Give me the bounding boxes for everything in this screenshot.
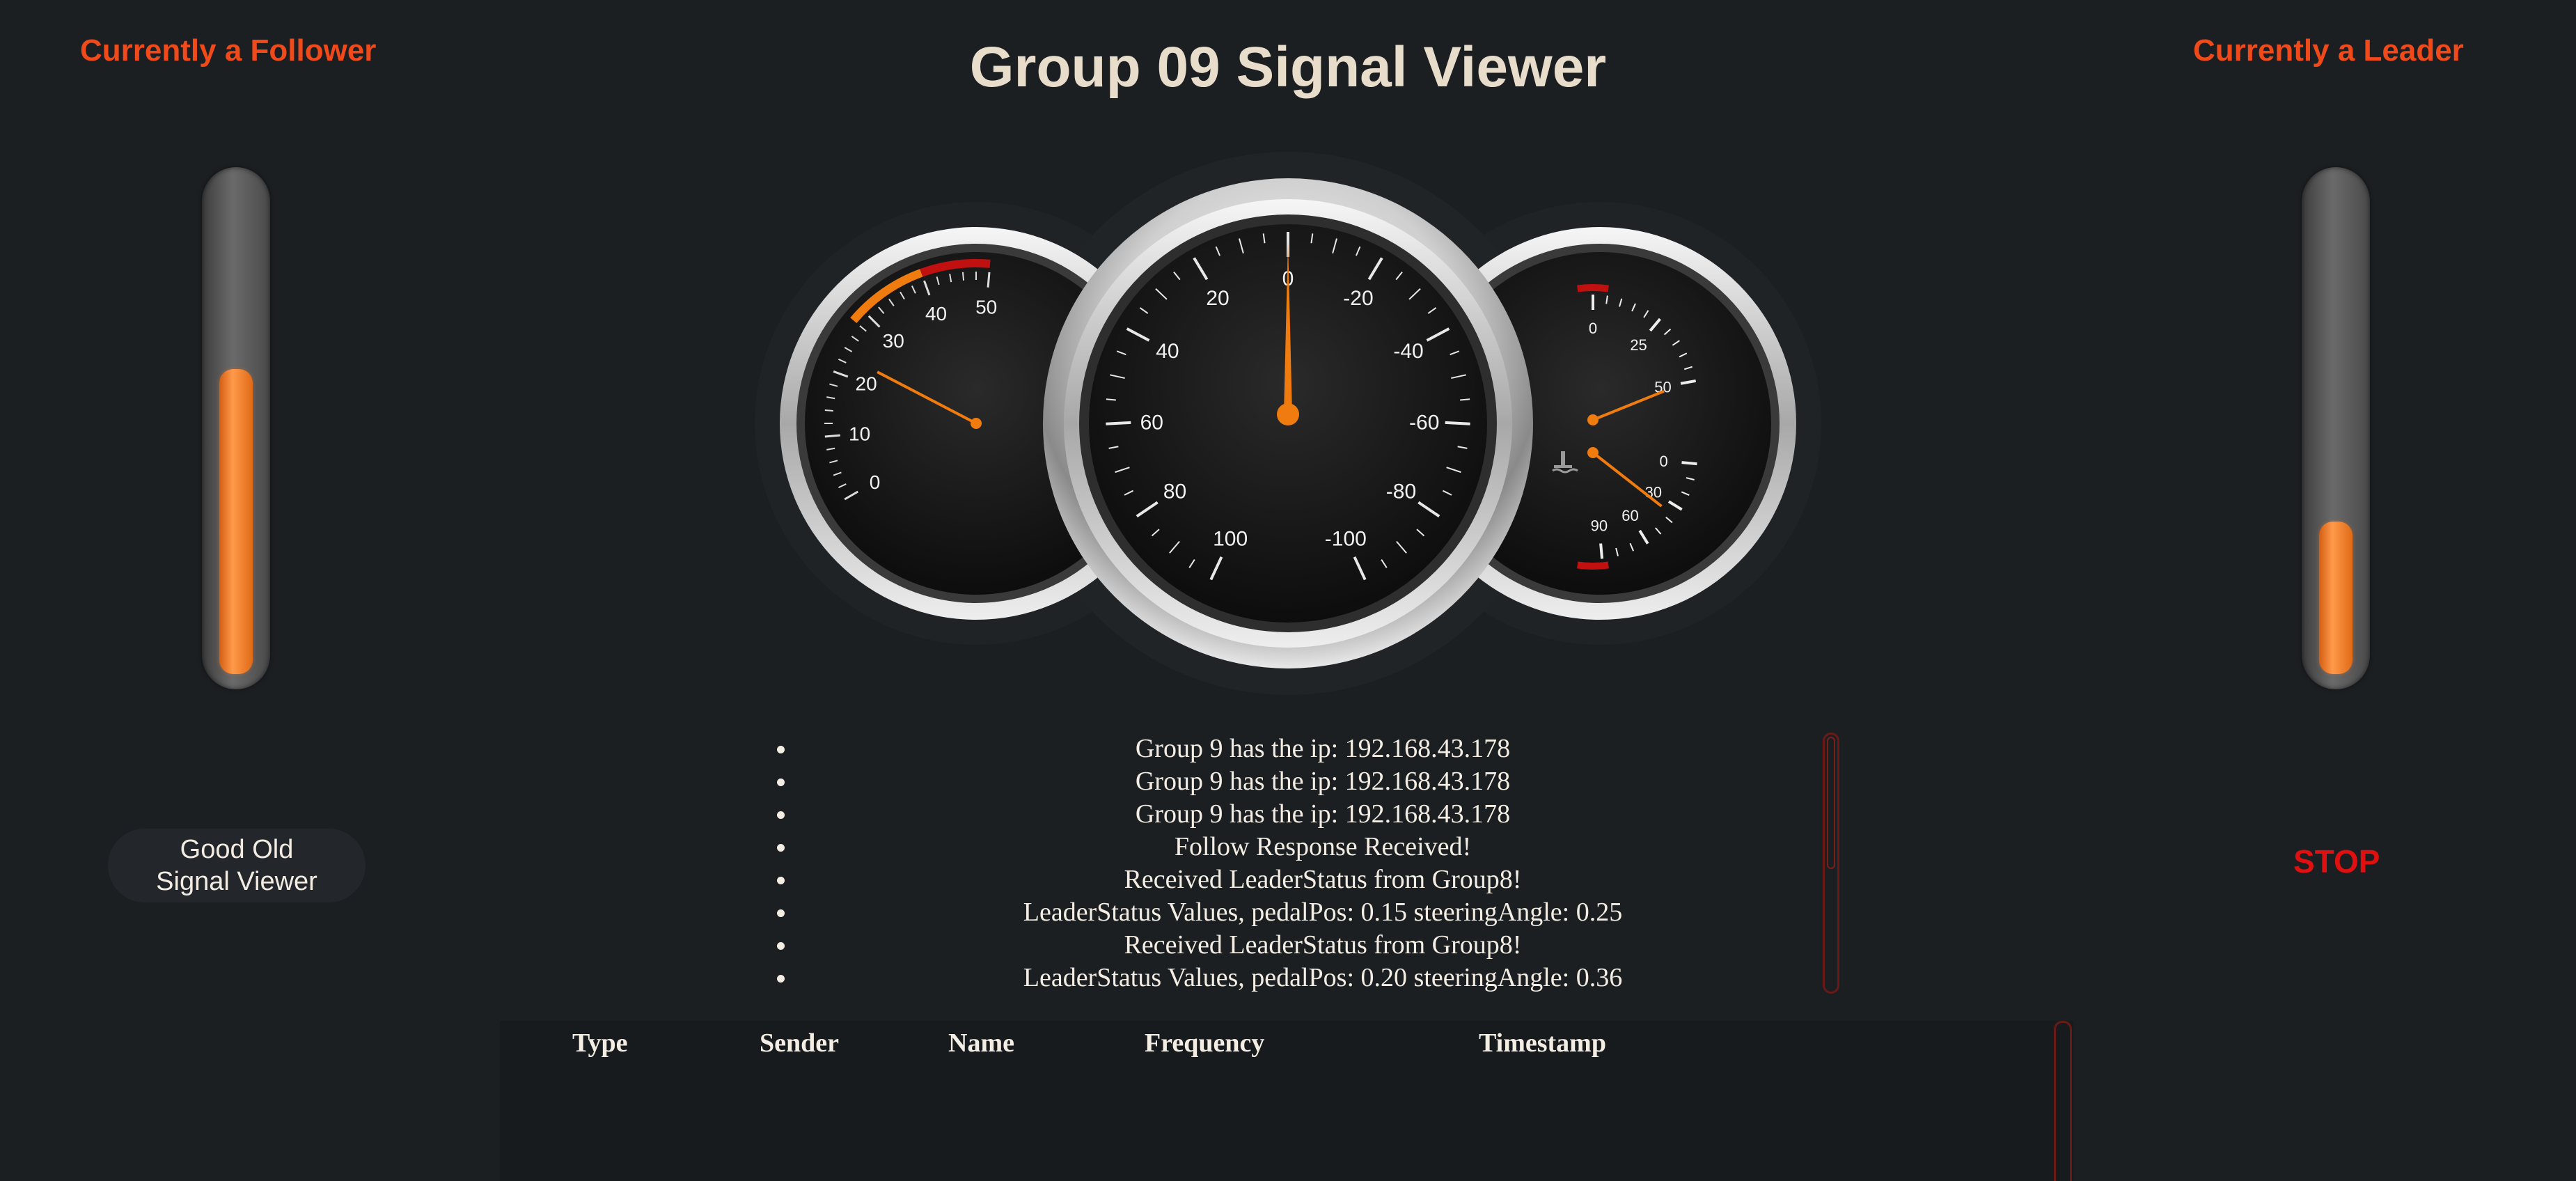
log-entry: Follow Response Received! (759, 831, 1887, 863)
signal-table: Type Sender Name Frequency Timestamp (500, 1021, 2073, 1181)
center-gauge-tick (1106, 398, 1116, 401)
right-gauge-upper-label: 25 (1630, 336, 1647, 354)
center-gauge-label: -40 (1393, 340, 1423, 363)
right-gauge-lower-label: 0 (1659, 453, 1667, 470)
log-entry: Group 9 has the ip: 192.168.43.178 (759, 798, 1887, 831)
gauge-cluster: 01020304050 025500306090 020406080100-20… (755, 152, 1821, 695)
column-header-type: Type (572, 1029, 628, 1058)
leader-level-bar (2302, 167, 2370, 689)
table-scrollbar[interactable] (2054, 1021, 2072, 1181)
signal-viewer-button[interactable]: Good Old Signal Viewer (108, 829, 366, 902)
log-scrollbar-thumb[interactable] (1827, 737, 1835, 869)
center-gauge-tick (1445, 421, 1470, 425)
left-gauge-label: 50 (975, 297, 997, 318)
right-gauge-lower-hub (1587, 447, 1599, 458)
center-gauge-hub (1277, 403, 1299, 425)
leader-status: Currently a Leader (2193, 33, 2464, 68)
event-log: Group 9 has the ip: 192.168.43.178 Group … (759, 733, 1887, 994)
left-gauge-label: 0 (870, 471, 881, 493)
log-entry: Received LeaderStatus from Group8! (759, 863, 1887, 896)
left-gauge-tick (987, 272, 991, 288)
left-gauge-label: 40 (925, 303, 947, 324)
left-gauge-hub (971, 418, 982, 429)
right-gauge-lower-label: 90 (1591, 517, 1608, 535)
center-gauge-label: -100 (1325, 528, 1367, 551)
left-gauge-label: 10 (849, 423, 870, 445)
center-gauge-label: 60 (1140, 411, 1163, 434)
stop-button[interactable]: STOP (2293, 843, 2380, 880)
left-gauge-label: 30 (883, 330, 904, 352)
log-entry: Group 9 has the ip: 192.168.43.178 (759, 765, 1887, 798)
center-gauge-label: -60 (1409, 411, 1439, 434)
follower-level-fill (219, 369, 253, 674)
right-gauge-red-arc-top (1577, 284, 1609, 292)
center-gauge-label: 20 (1206, 287, 1229, 310)
left-gauge-label: 20 (856, 373, 877, 395)
column-header-name: Name (948, 1029, 1014, 1058)
column-header-frequency: Frequency (1145, 1029, 1265, 1058)
right-gauge-lower-label: 60 (1621, 507, 1638, 524)
right-gauge-upper-hub (1587, 414, 1599, 425)
right-gauge-tick (1599, 543, 1604, 559)
log-entry: LeaderStatus Values, pedalPos: 0.15 stee… (759, 896, 1887, 929)
center-gauge-label: -20 (1343, 287, 1373, 310)
center-gauge-label: 80 (1163, 480, 1186, 503)
log-entry: Group 9 has the ip: 192.168.43.178 (759, 733, 1887, 765)
center-gauge-tick (1460, 398, 1470, 401)
page-title: Group 09 Signal Viewer (969, 36, 1607, 99)
column-header-sender: Sender (760, 1029, 839, 1058)
log-entry: Received LeaderStatus from Group8! (759, 929, 1887, 962)
center-gauge-tick (1106, 421, 1131, 425)
leader-level-fill (2319, 522, 2353, 674)
follower-level-bar (202, 167, 270, 689)
center-gauge-label: -80 (1386, 480, 1416, 503)
left-gauge-tick (824, 434, 840, 438)
center-gauge: 020406080100-20-40-60-80-100 (1043, 178, 1533, 668)
center-gauge-label: 100 (1213, 528, 1248, 551)
log-entry: LeaderStatus Values, pedalPos: 0.20 stee… (759, 962, 1887, 994)
column-header-timestamp: Timestamp (1479, 1029, 1606, 1058)
right-gauge-tick (1681, 461, 1697, 466)
signal-viewer-button-line1: Good Old (180, 835, 294, 864)
right-gauge-upper-label: 0 (1589, 320, 1597, 337)
log-scrollbar[interactable] (1823, 733, 1839, 994)
left-gauge-tick (824, 409, 833, 412)
right-gauge-red-arc-bottom (1577, 561, 1609, 570)
signal-viewer-button-line2: Signal Viewer (156, 867, 317, 896)
left-gauge-tick (962, 272, 965, 281)
center-gauge-label: 40 (1156, 340, 1179, 363)
